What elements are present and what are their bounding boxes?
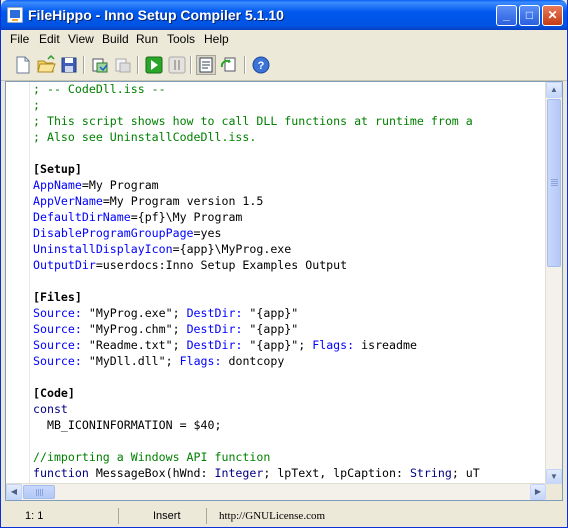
scroll-up-button[interactable]: ▲ — [546, 82, 562, 98]
menu-bar: File Edit View Build Run Tools Help — [1, 30, 567, 49]
app-window: FileHippo - Inno Setup Compiler 5.1.10 _… — [0, 0, 568, 528]
code-line[interactable]: UninstallDisplayIcon={app}\MyProg.exe — [33, 241, 551, 257]
run-icon[interactable] — [144, 55, 164, 75]
code-line[interactable]: DisableProgramGroupPage=yes — [33, 225, 551, 241]
code-editor[interactable]: ; -- CodeDll.iss --;; This script shows … — [5, 81, 563, 501]
status-insert-mode: Insert — [121, 508, 207, 524]
maximize-button[interactable]: □ — [519, 5, 540, 26]
code-line[interactable]: ; Also see UninstallCodeDll.iss. — [33, 129, 551, 145]
scroll-right-button[interactable]: ▶ — [530, 484, 546, 500]
toolbar-separator — [83, 56, 85, 74]
code-line[interactable]: ; This script shows how to call DLL func… — [33, 113, 551, 129]
code-line[interactable]: MB_ICONINFORMATION = $40; — [33, 417, 551, 433]
menu-build[interactable]: Build — [102, 32, 129, 46]
code-line[interactable]: Source: "Readme.txt"; DestDir: "{app}"; … — [33, 337, 551, 353]
menu-edit[interactable]: Edit — [39, 32, 60, 46]
refresh-icon[interactable] — [219, 55, 239, 75]
code-line[interactable] — [33, 273, 551, 289]
toolbar-separator — [244, 56, 246, 74]
menu-view[interactable]: View — [68, 32, 94, 46]
svg-text:?: ? — [258, 60, 265, 72]
code-line[interactable] — [33, 433, 551, 449]
target-icon[interactable] — [196, 55, 216, 75]
code-line[interactable]: //importing a Windows API function — [33, 449, 551, 465]
editor-gutter[interactable] — [6, 82, 30, 486]
code-line[interactable]: const — [33, 401, 551, 417]
menu-file[interactable]: File — [10, 32, 29, 46]
stop-compile-icon[interactable] — [113, 55, 133, 75]
pause-icon[interactable] — [167, 55, 187, 75]
code-line[interactable]: [Setup] — [33, 161, 551, 177]
code-area[interactable]: ; -- CodeDll.iss --;; This script shows … — [33, 82, 551, 485]
code-line[interactable] — [33, 145, 551, 161]
scrollbar-corner — [546, 484, 562, 500]
open-folder-icon[interactable] — [36, 54, 56, 75]
scroll-down-button[interactable]: ▼ — [546, 469, 562, 485]
title-bar[interactable]: FileHippo - Inno Setup Compiler 5.1.10 _… — [1, 0, 567, 30]
menu-run[interactable]: Run — [136, 32, 158, 46]
close-button[interactable]: ✕ — [542, 5, 563, 26]
horizontal-scroll-thumb[interactable] — [23, 485, 55, 499]
code-line[interactable]: Source: "MyProg.exe"; DestDir: "{app}" — [33, 305, 551, 321]
code-line[interactable]: AppName=My Program — [33, 177, 551, 193]
status-cursor-position: 1: 1 — [1, 508, 119, 524]
save-icon[interactable] — [59, 55, 79, 75]
compile-icon[interactable] — [90, 55, 110, 75]
menu-help[interactable]: Help — [204, 32, 229, 46]
code-line[interactable]: DefaultDirName={pf}\My Program — [33, 209, 551, 225]
toolbar-separator — [137, 56, 139, 74]
vertical-scrollbar[interactable]: ▲ ▼ — [545, 82, 562, 485]
code-line[interactable]: [Code] — [33, 385, 551, 401]
minimize-button[interactable]: _ — [496, 5, 517, 26]
code-line[interactable]: AppVerName=My Program version 1.5 — [33, 193, 551, 209]
new-file-icon[interactable] — [13, 55, 33, 75]
help-icon[interactable]: ? — [251, 55, 271, 75]
code-line[interactable]: function MessageBox(hWnd: Integer; lpTex… — [33, 465, 551, 481]
toolbar-separator — [190, 56, 192, 74]
scroll-left-button[interactable]: ◀ — [6, 484, 22, 500]
code-line[interactable]: OutputDir=userdocs:Inno Setup Examples O… — [33, 257, 551, 273]
toolbar: ? — [1, 50, 567, 81]
app-icon[interactable] — [7, 7, 23, 23]
code-line[interactable]: ; — [33, 97, 551, 113]
code-line[interactable]: ; -- CodeDll.iss -- — [33, 82, 551, 97]
status-watermark: http://GNULicense.com — [219, 510, 326, 522]
code-line[interactable]: Source: "MyProg.chm"; DestDir: "{app}" — [33, 321, 551, 337]
code-line[interactable]: Source: "MyDll.dll"; Flags: dontcopy — [33, 353, 551, 369]
menu-tools[interactable]: Tools — [167, 32, 195, 46]
status-bar: 1: 1 Insert http://GNULicense.com — [1, 505, 567, 527]
vertical-scroll-thumb[interactable] — [547, 99, 561, 267]
horizontal-scrollbar[interactable]: ◀ ▶ — [6, 483, 546, 500]
code-line[interactable] — [33, 369, 551, 385]
window-title: FileHippo - Inno Setup Compiler 5.1.10 — [28, 7, 284, 23]
code-line[interactable]: [Files] — [33, 289, 551, 305]
